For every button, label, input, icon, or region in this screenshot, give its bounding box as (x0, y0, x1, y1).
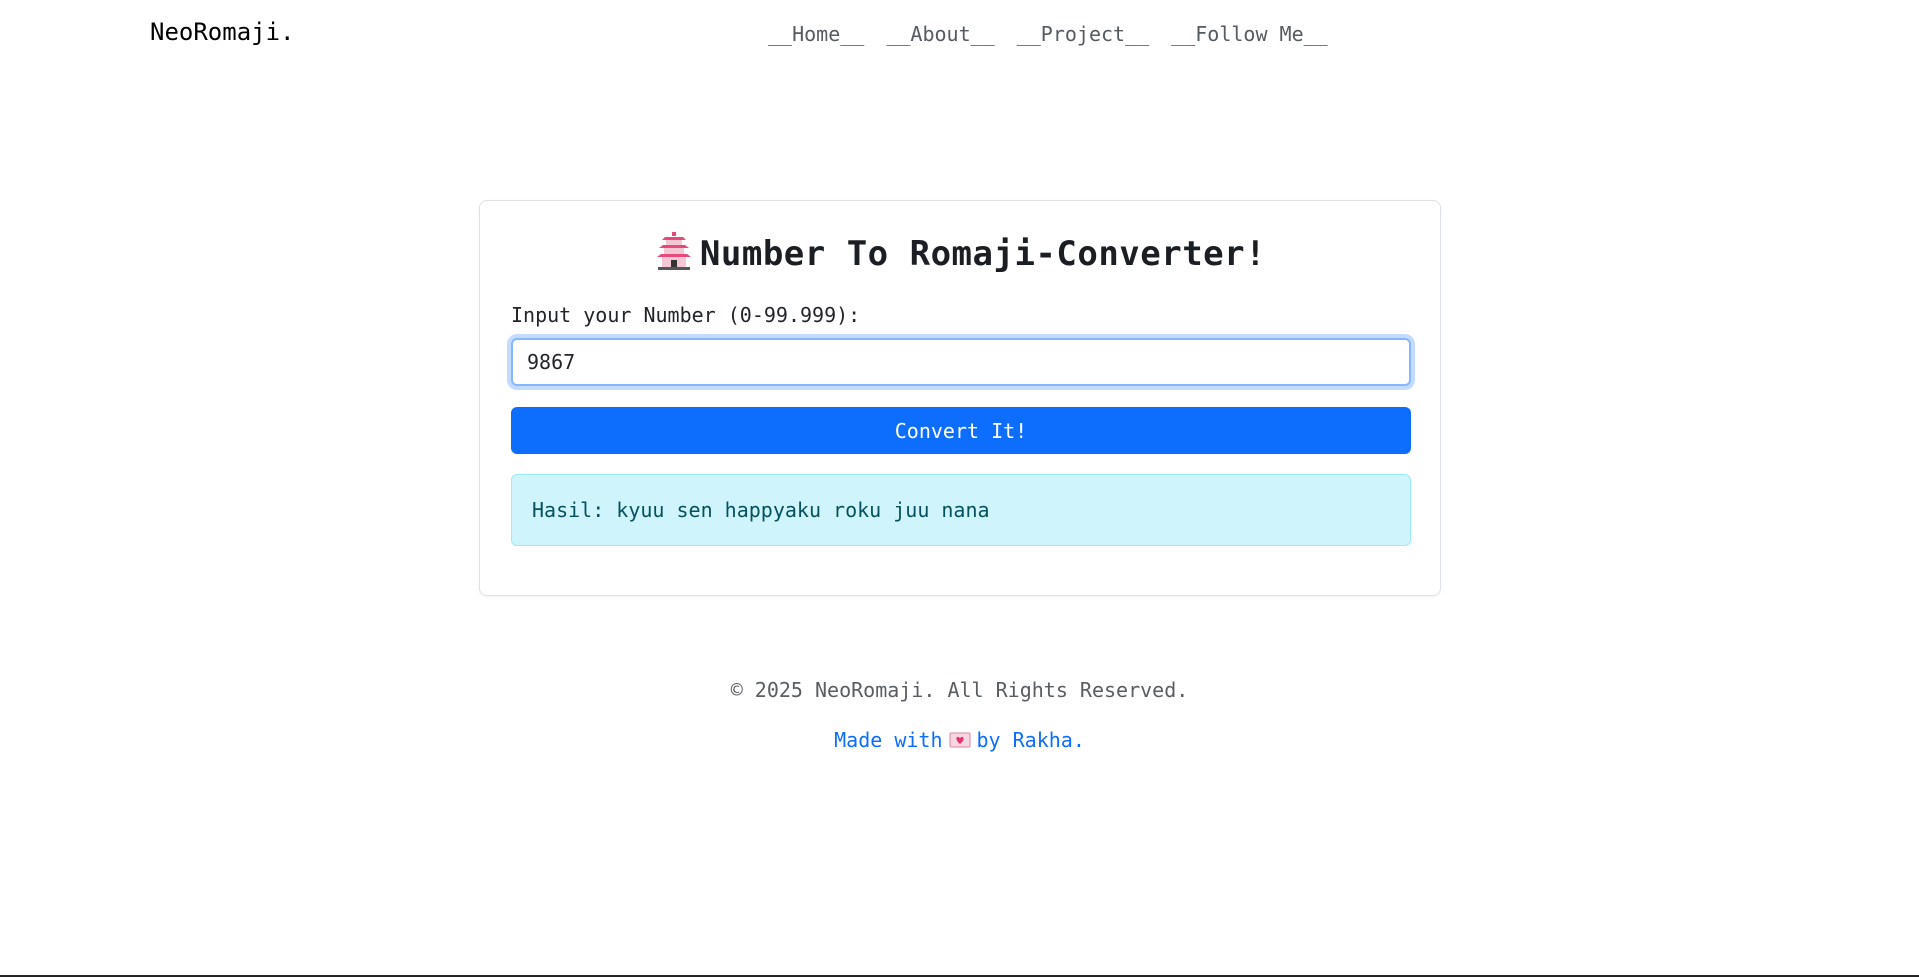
pagoda-icon (656, 232, 691, 270)
card-title: Number To Romaji-Converter! (480, 231, 1440, 274)
heart-letter-icon (949, 732, 970, 748)
navbar: NeoRomaji. __Home__ __About__ __Project_… (0, 0, 1919, 68)
number-input-label: Input your Number (0-99.999): (511, 303, 861, 327)
nav-link-home[interactable]: __Home__ (768, 22, 864, 46)
nav-link-about[interactable]: __About__ (886, 22, 994, 46)
nav-link-follow-me[interactable]: __Follow Me__ (1171, 22, 1328, 46)
converter-card: Number To Romaji-Converter! Input your N… (479, 200, 1441, 596)
card-title-text: Number To Romaji-Converter! (699, 234, 1267, 274)
footer-copyright: © 2025 NeoRomaji. All Rights Reserved. (730, 678, 1189, 702)
result-alert: Hasil: kyuu sen happyaku roku juu nana (511, 474, 1411, 546)
made-with-prefix: Made with (834, 728, 943, 752)
footer-made-with[interactable]: Made with by Rakha. (0, 728, 1919, 752)
brand-logo[interactable]: NeoRomaji. (150, 18, 295, 46)
nav-link-project[interactable]: __Project__ (1017, 22, 1149, 46)
made-with-suffix: by Rakha. (976, 728, 1085, 752)
convert-button[interactable]: Convert It! (511, 407, 1411, 454)
nav-links: __Home__ __About__ __Project__ __Follow … (768, 22, 1328, 46)
number-input[interactable] (511, 338, 1411, 386)
